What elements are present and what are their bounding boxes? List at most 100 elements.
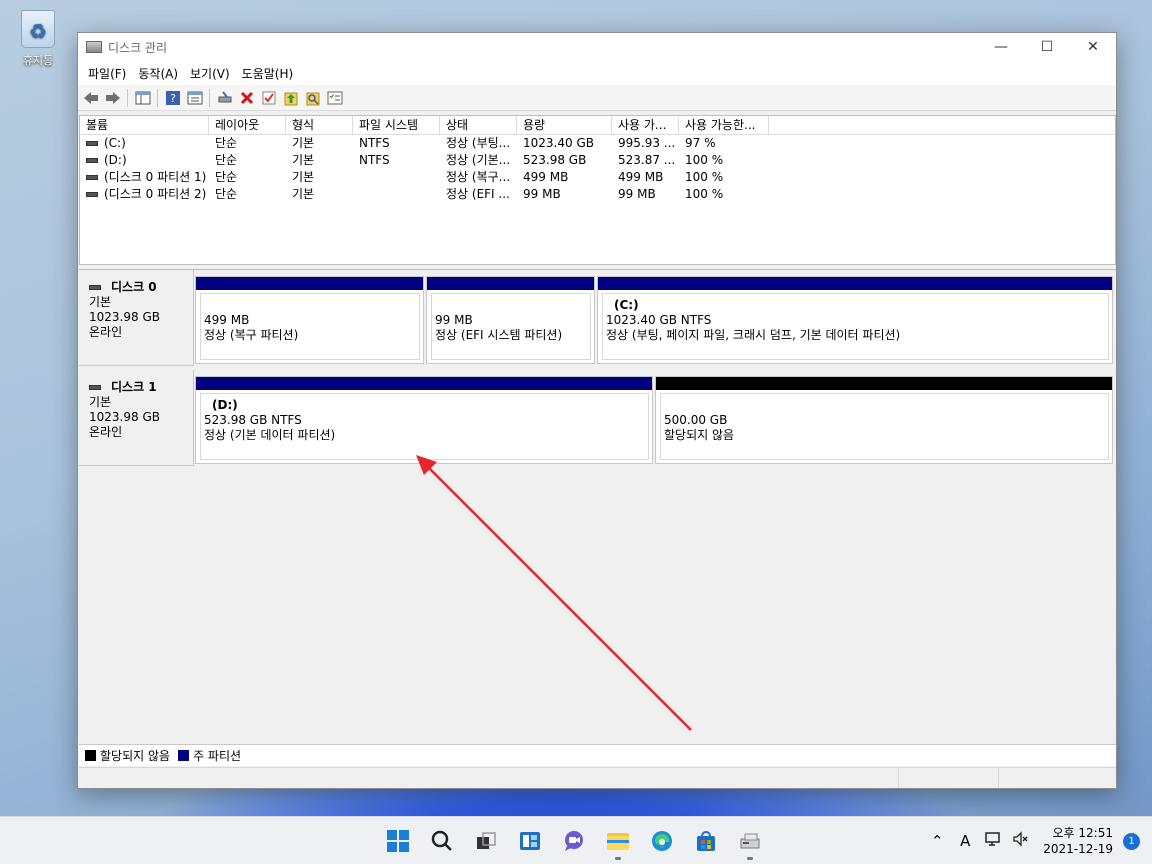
- disk-name: 디스크 1: [111, 380, 157, 394]
- partition[interactable]: 99 MB 정상 (EFI 시스템 파티션): [426, 276, 595, 364]
- volume-name: (C:): [104, 136, 126, 150]
- forward-icon[interactable]: [103, 88, 122, 107]
- delete-icon[interactable]: [237, 88, 256, 107]
- volume-file-system: [353, 169, 440, 186]
- column-free-space[interactable]: 사용 가...: [612, 116, 679, 134]
- toolbar-separator: [209, 88, 210, 107]
- taskbar: ⌃ A 오후 12:51 2021-12-19 1: [0, 816, 1152, 864]
- partition-size: 499 MB: [204, 313, 250, 327]
- partition-label: (C:): [614, 298, 639, 312]
- menu-view[interactable]: 보기(V): [184, 63, 236, 84]
- close-button[interactable]: ✕: [1070, 33, 1116, 61]
- disk-status: 온라인: [89, 425, 123, 439]
- disk-management-app-icon: [86, 41, 102, 53]
- disk-name: 디스크 0: [111, 280, 157, 294]
- menu-help[interactable]: 도움말(H): [236, 63, 300, 84]
- file-explorer-icon[interactable]: [598, 821, 638, 861]
- volume-free-space: 523.87 ...: [618, 153, 676, 167]
- menu-bar: 파일(F) 동작(A) 보기(V) 도움말(H): [78, 61, 1116, 85]
- search-icon[interactable]: [422, 821, 462, 861]
- disk-graphical-view: 디스크 0 기본 1023.98 GB 온라인 499 MB 정상 (복구 파티…: [79, 269, 1116, 743]
- volume-row[interactable]: (D:) 단순 기본 NTFS 정상 (기본... 523.98 GB 523.…: [80, 152, 1115, 169]
- toolbar: ?: [78, 85, 1116, 111]
- volume-name: (D:): [104, 153, 127, 167]
- console-tree-icon[interactable]: [133, 88, 152, 107]
- column-volume[interactable]: 볼륨: [80, 116, 209, 134]
- volume-list-header: 볼륨 레이아웃 형식 파일 시스템 상태 용량 사용 가... 사용 가능한..…: [80, 116, 1115, 135]
- volume-type: 기본: [292, 136, 315, 150]
- menu-file[interactable]: 파일(F): [82, 63, 132, 84]
- primary-swatch: [178, 750, 190, 761]
- menu-action[interactable]: 동작(A): [132, 63, 184, 84]
- system-tray: ⌃ A 오후 12:51 2021-12-19 1: [923, 817, 1152, 864]
- help-icon[interactable]: ?: [163, 88, 182, 107]
- ime-indicator[interactable]: A: [951, 832, 979, 850]
- clock[interactable]: 오후 12:51 2021-12-19: [1035, 825, 1123, 857]
- column-file-system[interactable]: 파일 시스템: [353, 116, 440, 134]
- unallocated-space[interactable]: 500.00 GB 할당되지 않음: [655, 376, 1113, 464]
- disk-type: 기본: [89, 295, 112, 309]
- list-icon[interactable]: [325, 88, 344, 107]
- volume-free-space: 995.93 ...: [618, 136, 676, 150]
- disk-label[interactable]: 디스크 0 기본 1023.98 GB 온라인: [79, 270, 194, 366]
- title-bar[interactable]: 디스크 관리 — ☐ ✕: [78, 33, 1116, 61]
- volume-row[interactable]: (디스크 0 파티션 2) 단순 기본 정상 (EFI ... 99 MB 99…: [80, 186, 1115, 203]
- edge-icon[interactable]: [642, 821, 682, 861]
- volume-muted-icon[interactable]: [1007, 831, 1035, 851]
- back-icon[interactable]: [81, 88, 100, 107]
- search-icon[interactable]: [303, 88, 322, 107]
- windows-start-icon[interactable]: [378, 821, 418, 861]
- volume-row[interactable]: (C:) 단순 기본 NTFS 정상 (부팅... 1023.40 GB 995…: [80, 135, 1115, 152]
- volume-name: (디스크 0 파티션 1): [104, 170, 207, 184]
- volume-type: 기본: [292, 187, 315, 201]
- volume-file-system: NTFS: [359, 136, 390, 150]
- disk-type: 기본: [89, 395, 112, 409]
- running-indicator: [615, 857, 621, 860]
- volume-percent-free: 100 %: [685, 187, 724, 201]
- recycle-bin-label: 휴지통: [22, 54, 54, 67]
- disk-label[interactable]: 디스크 1 기본 1023.98 GB 온라인: [79, 370, 194, 466]
- partition[interactable]: (D:) 523.98 GB NTFS 정상 (기본 데이터 파티션): [195, 376, 653, 464]
- partition-status: 정상 (기본 데이터 파티션): [204, 428, 336, 442]
- disk-icon: [86, 192, 98, 197]
- maximize-button[interactable]: ☐: [1024, 33, 1070, 61]
- properties-icon[interactable]: [185, 88, 204, 107]
- legend-unallocated: 할당되지 않음: [100, 749, 171, 763]
- status-bar: [79, 767, 1116, 788]
- connect-icon[interactable]: [215, 88, 234, 107]
- chat-icon[interactable]: [554, 821, 594, 861]
- partition-bar: [196, 277, 423, 290]
- partition-status: 할당되지 않음: [664, 428, 735, 442]
- recycle-bin[interactable]: ♻ 휴지통: [12, 10, 64, 68]
- column-layout[interactable]: 레이아웃: [209, 116, 286, 134]
- unallocated-swatch: [85, 750, 96, 761]
- column-capacity[interactable]: 용량: [517, 116, 612, 134]
- volume-free-space: 99 MB: [618, 187, 656, 201]
- disk-management-icon[interactable]: [730, 821, 770, 861]
- widgets-icon[interactable]: [510, 821, 550, 861]
- column-type[interactable]: 형식: [286, 116, 353, 134]
- partition-size: 523.98 GB NTFS: [204, 413, 302, 427]
- notification-badge[interactable]: 1: [1123, 832, 1140, 850]
- check-icon[interactable]: [259, 88, 278, 107]
- store-icon[interactable]: [686, 821, 726, 861]
- column-percent-free[interactable]: 사용 가능한...: [679, 116, 769, 134]
- minimize-button[interactable]: —: [978, 33, 1024, 61]
- running-indicator: [747, 857, 753, 860]
- volume-layout: 단순: [215, 136, 238, 150]
- column-status[interactable]: 상태: [440, 116, 517, 134]
- legend-primary: 주 파티션: [193, 749, 242, 763]
- task-view-icon[interactable]: [466, 821, 506, 861]
- chevron-up-icon[interactable]: ⌃: [923, 832, 951, 850]
- partition[interactable]: (C:) 1023.40 GB NTFS 정상 (부팅, 페이지 파일, 크래시…: [597, 276, 1113, 364]
- disk-icon: [89, 285, 101, 290]
- volume-file-system: NTFS: [359, 153, 390, 167]
- window-title: 디스크 관리: [108, 40, 168, 55]
- network-icon[interactable]: [979, 831, 1007, 851]
- volume-layout: 단순: [215, 153, 238, 167]
- up-icon[interactable]: [281, 88, 300, 107]
- status-pane: [899, 768, 999, 788]
- partition[interactable]: 499 MB 정상 (복구 파티션): [195, 276, 424, 364]
- partition-bar: [427, 277, 594, 290]
- volume-row[interactable]: (디스크 0 파티션 1) 단순 기본 정상 (복구... 499 MB 499…: [80, 169, 1115, 186]
